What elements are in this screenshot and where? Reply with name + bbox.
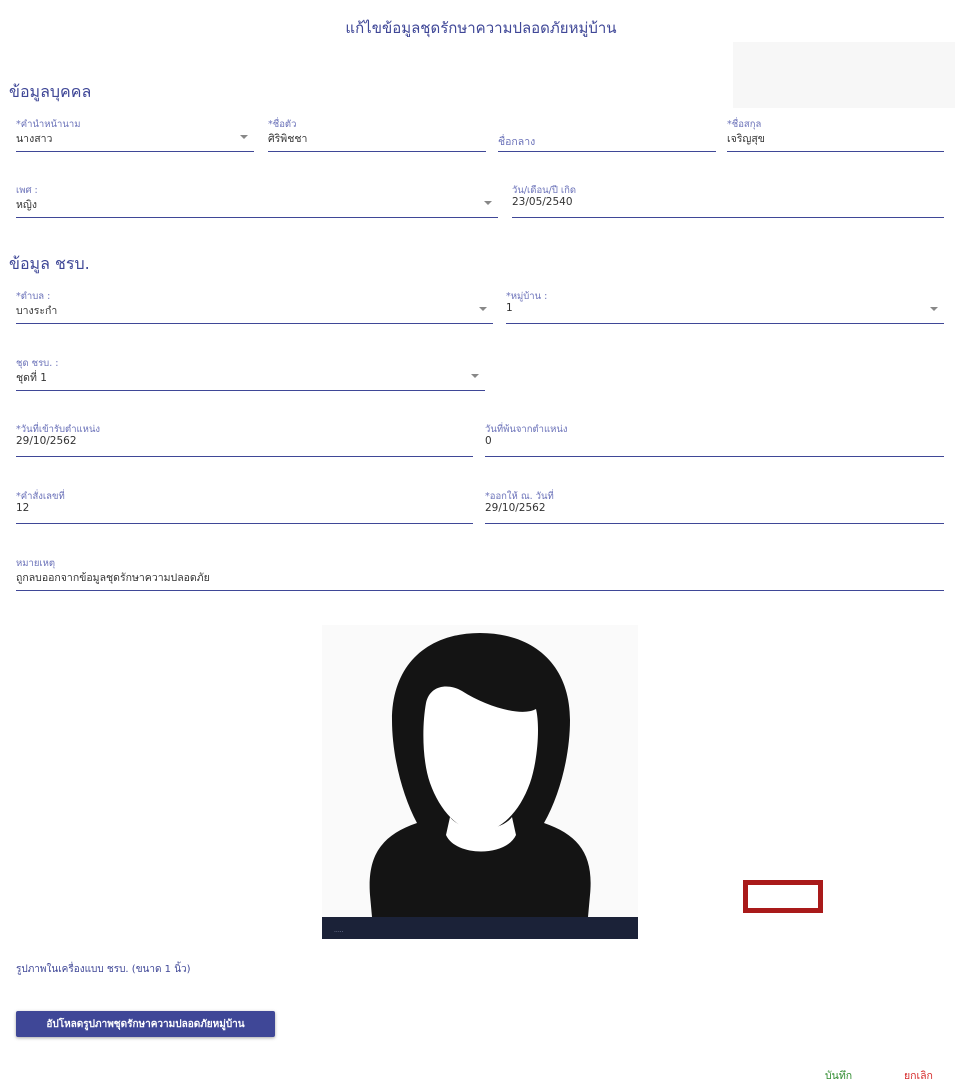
team-value: ชุดที่ 1 (16, 372, 47, 384)
gender-select[interactable]: เพศ : หญิง (16, 183, 498, 218)
blank-panel (733, 42, 955, 108)
save-button[interactable]: บันทึก (825, 1067, 852, 1084)
page-title: แก้ไขข้อมูลชุดรักษาความปลอดภัยหมู่บ้าน (345, 19, 617, 37)
chevron-down-icon (484, 201, 492, 205)
profile-photo: ..... (322, 625, 638, 939)
order-number-value: 12 (16, 502, 30, 514)
middle-name-placeholder: ชื่อกลาง (498, 136, 536, 148)
village-value: 1 (506, 302, 513, 314)
chevron-down-icon (471, 374, 479, 378)
order-number-field[interactable]: *คำสั่งเลขที่ 12 (16, 489, 473, 524)
middle-name-field[interactable]: ชื่อกลาง (498, 117, 716, 152)
last-name-value: เจริญสุข (727, 133, 765, 145)
upload-photo-button[interactable]: อัปโหลดรูปภาพชุดรักษาความปลอดภัยหมู่บ้าน (16, 1011, 275, 1037)
end-date-label: วันที่พ้นจากตำแหน่ง (485, 424, 568, 435)
chevron-down-icon (479, 307, 487, 311)
chorabo-section-title: ข้อมูล ชรบ. (9, 254, 90, 273)
team-select[interactable]: ชุด ชรบ. : ชุดที่ 1 (16, 356, 485, 391)
start-date-value: 29/10/2562 (16, 435, 77, 447)
end-date-value: 0 (485, 435, 492, 447)
birthdate-value: 23/05/2540 (512, 196, 573, 208)
highlight-box (743, 880, 823, 913)
end-date-field[interactable]: วันที่พ้นจากตำแหน่ง 0 (485, 422, 944, 457)
personal-section-title: ข้อมูลบุคคล (9, 82, 92, 101)
birthdate-field[interactable]: วัน/เดือน/ปี เกิด 23/05/2540 (512, 183, 944, 218)
first-name-field[interactable]: *ชื่อตัว ศิริพิชชา (268, 117, 486, 152)
subdistrict-value: บางระกำ (16, 305, 58, 317)
remark-field[interactable]: หมายเหตุ ถูกลบออกจากข้อมูลชุดรักษาความปล… (16, 556, 944, 591)
chevron-down-icon (240, 135, 248, 139)
issued-date-field[interactable]: *ออกให้ ณ. วันที่ 29/10/2562 (485, 489, 944, 524)
cancel-button[interactable]: ยกเลิก (904, 1067, 933, 1084)
photo-caption: รูปภาพในเครื่องแบบ ชรบ. (ขนาด 1 นิ้ว) (16, 964, 191, 975)
prefix-value: นางสาว (16, 133, 53, 145)
village-select[interactable]: *หมู่บ้าน : 1 (506, 289, 944, 324)
start-date-field[interactable]: *วันที่เข้ารับตำแหน่ง 29/10/2562 (16, 422, 473, 457)
last-name-field[interactable]: *ชื่อสกุล เจริญสุข (727, 117, 944, 152)
svg-text:.....: ..... (334, 927, 344, 934)
subdistrict-select[interactable]: *ตำบล : บางระกำ (16, 289, 493, 324)
female-avatar-icon: ..... (322, 625, 638, 939)
issued-date-value: 29/10/2562 (485, 502, 546, 514)
prefix-select[interactable]: *คำนำหน้านาม นางสาว (16, 117, 254, 152)
first-name-value: ศิริพิชชา (268, 133, 308, 145)
chevron-down-icon (930, 307, 938, 311)
remark-value: ถูกลบออกจากข้อมูลชุดรักษาความปลอดภัย (16, 572, 210, 584)
gender-value: หญิง (16, 199, 37, 211)
